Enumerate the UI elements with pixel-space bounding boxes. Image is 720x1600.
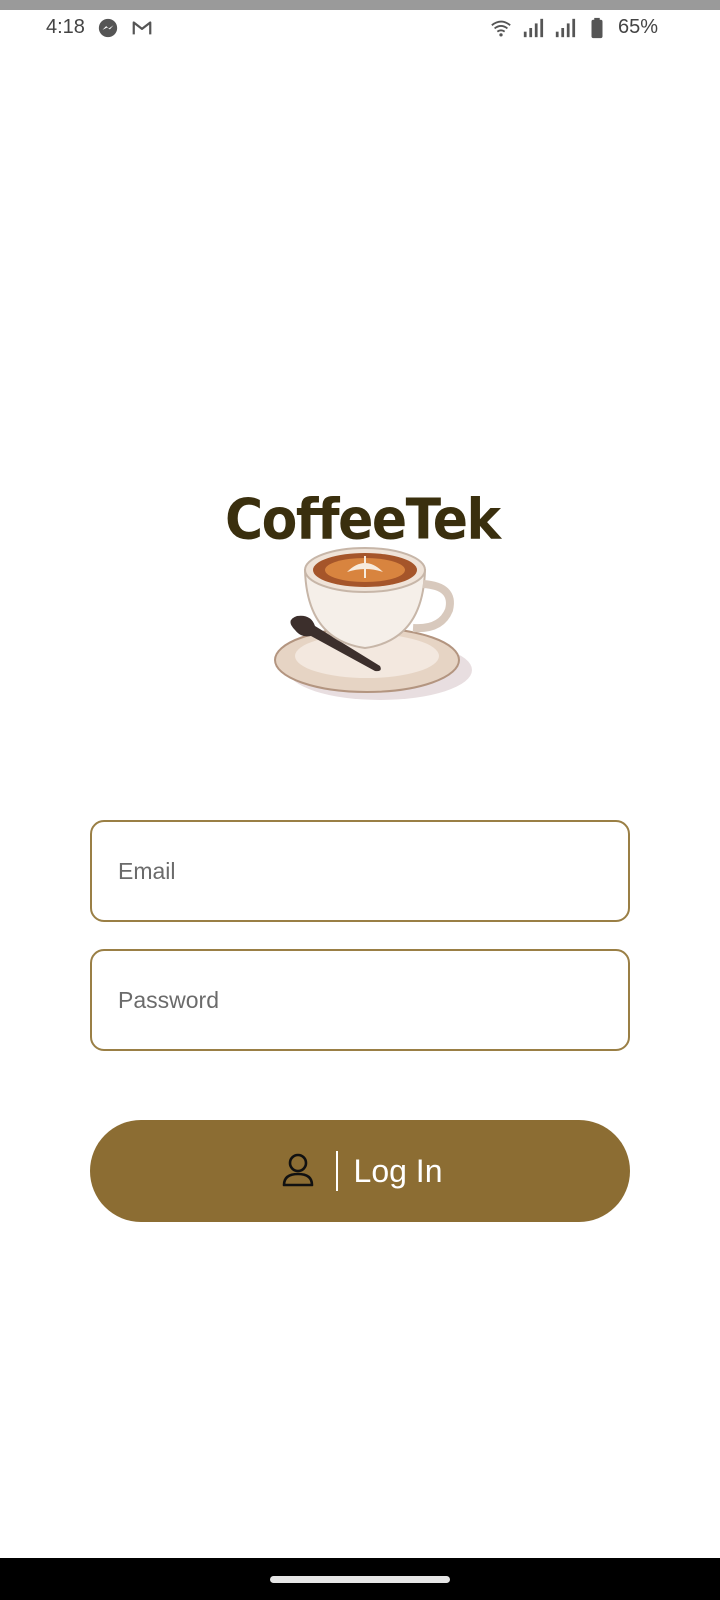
messenger-icon xyxy=(98,18,118,37)
email-input[interactable] xyxy=(92,822,628,920)
system-navigation-bar xyxy=(0,1558,720,1600)
login-button[interactable]: Log In xyxy=(90,1120,630,1222)
status-right: 65% xyxy=(490,16,658,39)
status-bar: 4:18 65% xyxy=(0,10,720,46)
signal-icon xyxy=(555,18,576,37)
wifi-icon xyxy=(491,20,511,37)
gmail-icon xyxy=(132,20,152,34)
signal-icon xyxy=(523,18,544,37)
battery-percent: 65% xyxy=(617,16,658,38)
top-strip xyxy=(0,0,720,10)
status-left: 4:18 xyxy=(46,16,153,39)
password-field-container xyxy=(90,949,630,1051)
email-field-container xyxy=(90,820,630,922)
user-icon xyxy=(282,1153,313,1187)
battery-icon xyxy=(591,17,603,38)
password-input[interactable] xyxy=(92,951,628,1049)
login-button-label: Log In xyxy=(353,1152,443,1189)
coffee-cup-image xyxy=(274,547,472,700)
login-button-content: Log In xyxy=(278,1151,443,1191)
app-logo: CoffeeTek xyxy=(225,488,501,710)
login-button-divider xyxy=(335,1151,338,1191)
home-gesture-handle[interactable] xyxy=(270,1576,450,1583)
status-time: 4:18 xyxy=(46,16,85,38)
